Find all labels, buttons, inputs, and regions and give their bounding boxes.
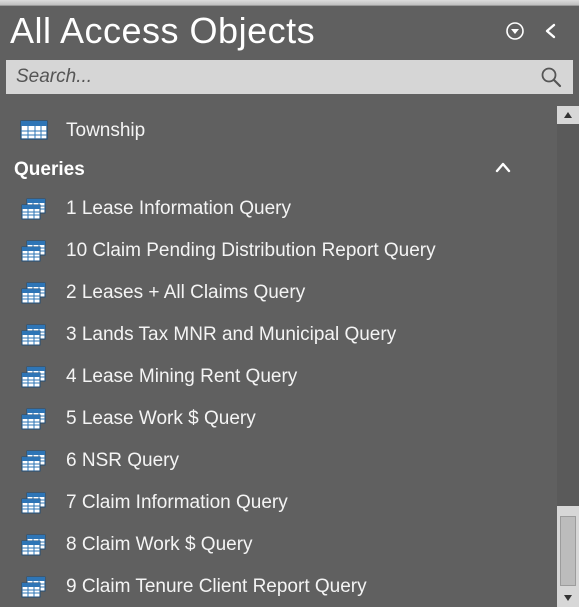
list-item-label: 2 Leases + All Claims Query <box>66 282 305 304</box>
scroll-down-button[interactable] <box>557 589 579 607</box>
nav-object-list: Township Queries <box>0 106 557 607</box>
list-item-label: Township <box>66 120 145 142</box>
query-icon <box>20 450 48 472</box>
collapse-nav-pane-icon[interactable] <box>537 17 565 45</box>
scroll-thumb[interactable] <box>560 516 576 586</box>
scroll-track[interactable] <box>557 124 579 506</box>
query-row[interactable]: 1 Lease Information Query <box>0 188 557 230</box>
query-icon <box>20 366 48 388</box>
query-row[interactable]: 9 Claim Tenure Client Report Query <box>0 566 557 607</box>
list-item-label: 4 Lease Mining Rent Query <box>66 366 297 388</box>
chevron-up-icon <box>493 158 513 184</box>
query-icon <box>20 534 48 556</box>
list-item-label: 7 Claim Information Query <box>66 492 288 514</box>
list-item-label: 10 Claim Pending Distribution Report Que… <box>66 240 436 262</box>
list-item-label: 3 Lands Tax MNR and Municipal Query <box>66 324 396 346</box>
table-icon <box>20 120 48 142</box>
query-icon <box>20 240 48 262</box>
search-icon[interactable] <box>539 65 563 89</box>
nav-category-dropdown-icon[interactable] <box>501 17 529 45</box>
query-icon <box>20 408 48 430</box>
group-label: Queries <box>14 159 85 181</box>
list-item-label: 6 NSR Query <box>66 450 179 472</box>
query-row[interactable]: 8 Claim Work $ Query <box>0 524 557 566</box>
query-icon <box>20 576 48 598</box>
nav-pane-title: All Access Objects <box>10 10 493 52</box>
query-icon <box>20 198 48 220</box>
search-input[interactable] <box>16 66 539 88</box>
queries-group-header[interactable]: Queries <box>0 152 557 188</box>
vertical-scrollbar[interactable] <box>557 106 579 607</box>
table-row[interactable]: Township <box>0 110 557 152</box>
query-icon <box>20 324 48 346</box>
nav-pane-header: All Access Objects <box>0 6 579 58</box>
query-row[interactable]: 4 Lease Mining Rent Query <box>0 356 557 398</box>
query-row[interactable]: 7 Claim Information Query <box>0 482 557 524</box>
list-item-label: 9 Claim Tenure Client Report Query <box>66 576 367 598</box>
query-row[interactable]: 6 NSR Query <box>0 440 557 482</box>
list-item-label: 8 Claim Work $ Query <box>66 534 253 556</box>
query-icon <box>20 282 48 304</box>
list-item-label: 5 Lease Work $ Query <box>66 408 256 430</box>
query-row[interactable]: 10 Claim Pending Distribution Report Que… <box>0 230 557 272</box>
list-item-label: 1 Lease Information Query <box>66 198 291 220</box>
search-bar <box>6 60 573 94</box>
query-row[interactable]: 5 Lease Work $ Query <box>0 398 557 440</box>
query-icon <box>20 492 48 514</box>
scroll-up-button[interactable] <box>557 106 579 124</box>
query-row[interactable]: 2 Leases + All Claims Query <box>0 272 557 314</box>
query-row[interactable]: 3 Lands Tax MNR and Municipal Query <box>0 314 557 356</box>
